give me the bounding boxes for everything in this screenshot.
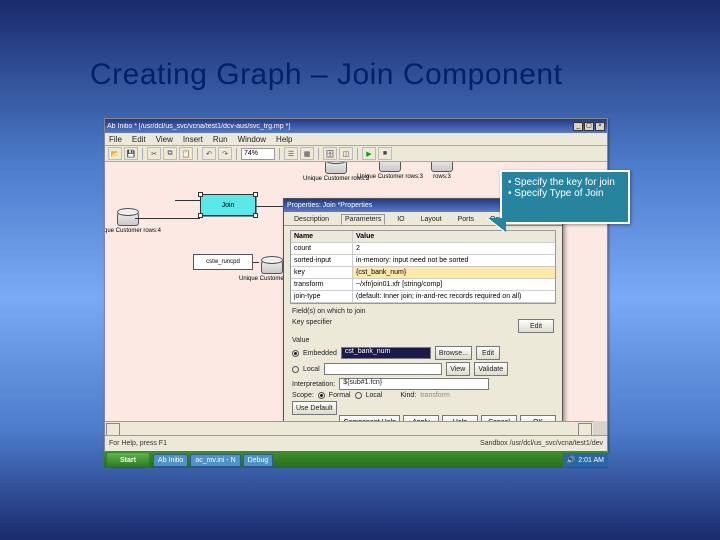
menu-window[interactable]: Window <box>238 135 266 144</box>
local-input[interactable] <box>324 363 442 375</box>
undo-icon[interactable]: ↶ <box>202 147 216 160</box>
annotation-callout: • Specify the key for join • Specify Typ… <box>500 170 630 224</box>
db-source-2[interactable]: Unique Customer rows:2 <box>319 162 353 183</box>
edit-button-2[interactable]: Edit <box>476 346 500 360</box>
window-title: Ab Initio * [/usr/dcl/us_svc/vcna/test1/… <box>107 123 290 130</box>
param-row[interactable]: count2 <box>291 243 555 255</box>
scope-label: Scope: <box>292 392 314 399</box>
task-item[interactable]: Ab Initio <box>153 454 188 467</box>
radio-formal[interactable] <box>318 392 325 399</box>
param-row-key[interactable]: key{cst_bank_num} <box>291 267 555 279</box>
fields-label: Field(s) on which to join <box>292 308 554 315</box>
open-icon[interactable]: 📂 <box>108 147 122 160</box>
tab-io[interactable]: IO <box>393 214 408 225</box>
h-scrollbar[interactable] <box>105 421 593 435</box>
window-buttons: _ ▢ × <box>573 122 605 131</box>
stop-icon[interactable]: ■ <box>378 147 392 160</box>
radio-local[interactable] <box>292 366 299 373</box>
db-source-4[interactable]: rows:3 <box>425 162 459 181</box>
local-label: Local <box>303 366 320 373</box>
grid-icon[interactable]: ▦ <box>300 147 314 160</box>
copy-icon[interactable]: ⧉ <box>163 147 177 160</box>
menu-help[interactable]: Help <box>276 135 292 144</box>
tab-parameters[interactable]: Parameters <box>341 214 385 225</box>
db-source-1[interactable]: Unique Customer rows:4 <box>111 210 145 235</box>
desc-label: Description <box>290 214 333 225</box>
window-titlebar: Ab Initio * [/usr/dcl/us_svc/vcna/test1/… <box>105 119 607 133</box>
slide-title: Creating Graph – Join Component <box>90 58 562 92</box>
callout-line2: Specify Type of Join <box>514 188 603 199</box>
value-label: Value <box>292 337 554 344</box>
param-row[interactable]: transform~/xfr/join01.xfr [string/comp] <box>291 279 555 291</box>
grid-hdr-name: Name <box>291 231 353 242</box>
tree-icon[interactable]: ☰ <box>284 147 298 160</box>
paste-icon[interactable]: 📋 <box>179 147 193 160</box>
start-button[interactable]: Start <box>107 453 149 467</box>
reformat-component[interactable]: cstw_runcpd <box>193 254 253 270</box>
tab-ports[interactable]: Ports <box>454 214 478 225</box>
task-item[interactable]: ac_mv.ini - N <box>190 454 240 467</box>
param-grid: NameValue count2 sorted-inputin-memory: … <box>290 230 556 304</box>
volume-icon[interactable]: 🔊 <box>567 456 576 464</box>
status-left: For Help, press F1 <box>109 440 167 447</box>
keyspec-label: Key specifier <box>292 319 332 333</box>
view-button[interactable]: View <box>446 362 470 376</box>
callout-line1: Specify the key for join <box>514 177 615 188</box>
embedded-label: Embedded <box>303 350 337 357</box>
clock: 2:01 AM <box>578 457 604 464</box>
run-icon[interactable]: ▶ <box>362 147 376 160</box>
status-right: Sandbox /usr/dcl/us_svc/vcna/test1/dev <box>480 440 603 447</box>
radio-embedded[interactable] <box>292 350 299 357</box>
browse-button[interactable]: Browse... <box>435 346 472 360</box>
validate-button[interactable]: Validate <box>474 362 508 376</box>
minimize-button[interactable]: _ <box>573 122 583 131</box>
app-window: Ab Initio * [/usr/dcl/us_svc/vcna/test1/… <box>104 118 608 452</box>
menu-insert[interactable]: Insert <box>183 135 203 144</box>
menubar: File Edit View Insert Run Window Help <box>105 133 607 146</box>
menu-edit[interactable]: Edit <box>132 135 146 144</box>
menu-view[interactable]: View <box>156 135 173 144</box>
menu-file[interactable]: File <box>109 135 122 144</box>
join-label: Join <box>222 202 235 209</box>
system-tray[interactable]: 🔊 2:01 AM <box>563 453 608 467</box>
properties-dialog: Properties: Join *Properties × Descripti… <box>283 198 563 421</box>
close-button[interactable]: × <box>595 122 605 131</box>
redo-icon[interactable]: ↷ <box>218 147 232 160</box>
taskbar-wrap: Start Ab Initio ac_mv.ini - N Debug 🔊 2:… <box>104 452 608 468</box>
db-source-3[interactable]: Unique Customer rows:3 <box>373 162 407 181</box>
param-row[interactable]: join-type(default: Inner join; in-and-re… <box>291 291 555 303</box>
component-icon[interactable]: ◫ <box>339 147 353 160</box>
statusbar: For Help, press F1 Sandbox /usr/dcl/us_s… <box>105 435 607 451</box>
toolbar: 📂 💾 ✂ ⧉ 📋 ↶ ↷ 74% ☰ ▦ 🗄 ◫ ▶ ■ <box>105 146 607 162</box>
interp-field[interactable]: ${sub#1.fcn} <box>339 378 489 390</box>
embedded-select[interactable]: cst_bank_num <box>341 347 431 359</box>
cut-icon[interactable]: ✂ <box>147 147 161 160</box>
task-item[interactable]: Debug <box>243 454 274 467</box>
interp-label: Interpretation: <box>292 381 335 388</box>
param-row[interactable]: sorted-inputin-memory: input need not be… <box>291 255 555 267</box>
menu-run[interactable]: Run <box>213 135 228 144</box>
zoom-select[interactable]: 74% <box>241 148 275 160</box>
usedefault-button[interactable]: Use Default <box>292 401 337 415</box>
join-component[interactable]: Join <box>200 194 256 216</box>
save-icon[interactable]: 💾 <box>124 147 138 160</box>
kind-value: transform <box>420 392 450 399</box>
radio-scope-local[interactable] <box>355 392 362 399</box>
dialog-title: Properties: Join *Properties <box>287 202 372 209</box>
grid-hdr-value: Value <box>353 231 555 242</box>
tab-layout[interactable]: Layout <box>417 214 446 225</box>
db-icon[interactable]: 🗄 <box>323 147 337 160</box>
edit-button[interactable]: Edit <box>518 319 554 333</box>
maximize-button[interactable]: ▢ <box>584 122 594 131</box>
kind-label: Kind: <box>400 392 416 399</box>
